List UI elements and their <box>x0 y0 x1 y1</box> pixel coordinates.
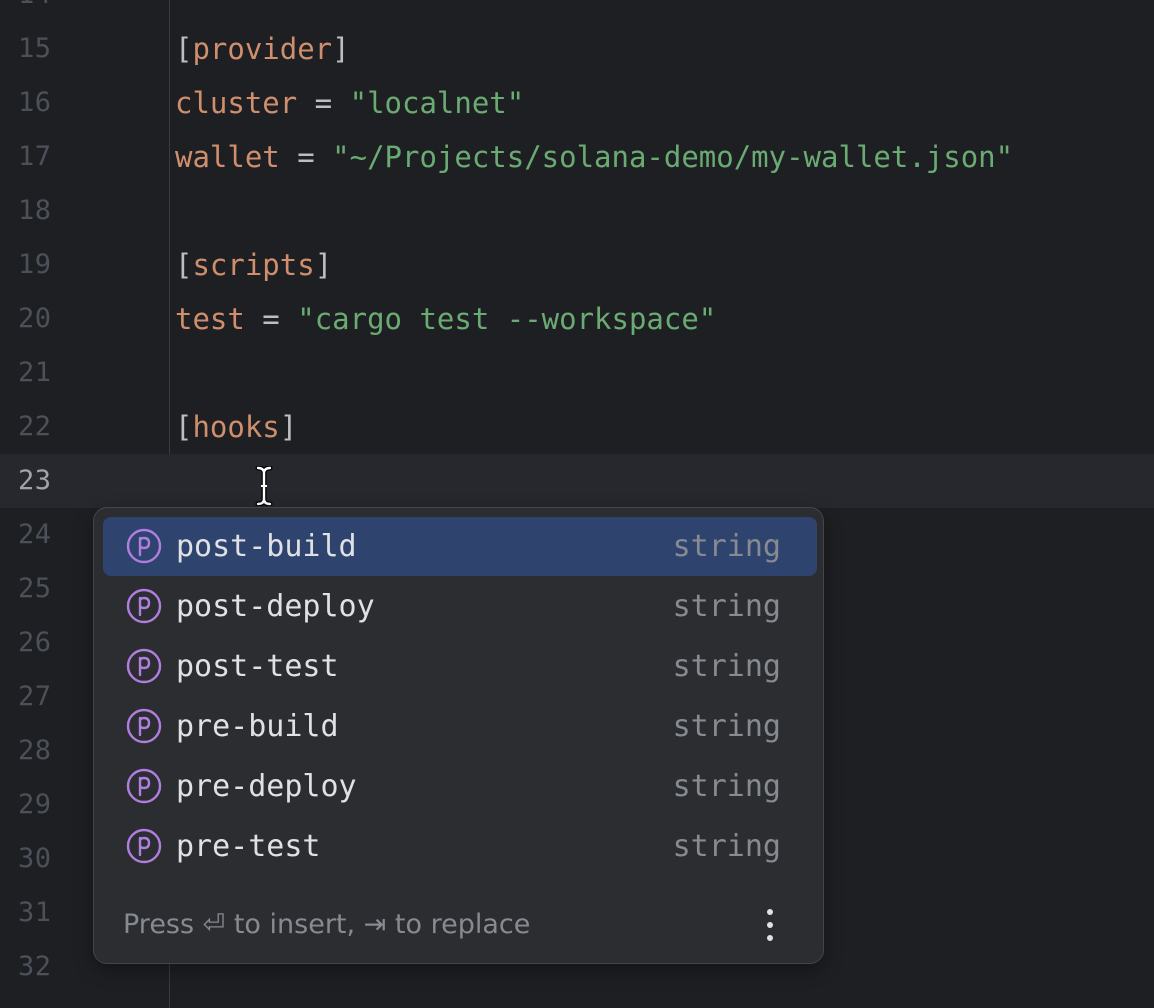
completion-item-label: post-test <box>176 649 339 684</box>
editor-line[interactable]: 21 <box>0 346 1154 400</box>
completion-item-type: string <box>672 709 781 744</box>
code-text[interactable]: cluster = "localnet" <box>175 76 524 130</box>
line-number: 21 <box>18 357 52 388</box>
completion-item-type: string <box>672 769 781 804</box>
code-text[interactable]: [scripts] <box>175 238 332 292</box>
code-editor[interactable]: 1415[provider]16cluster = "localnet"17wa… <box>0 0 1154 1008</box>
editor-line[interactable]: 19 [scripts] <box>0 238 1154 292</box>
more-vertical-icon[interactable] <box>757 907 783 943</box>
code-token: ] <box>332 32 350 66</box>
code-text[interactable]: test = "cargo test --workspace" <box>175 292 716 346</box>
line-number: 26 <box>18 627 52 658</box>
line-number: 19 <box>18 249 52 280</box>
completion-popup: post-build string post-deploy string post-te… <box>93 507 824 964</box>
completion-item-type: string <box>672 829 781 864</box>
completion-item-post-test[interactable]: post-test string <box>103 637 817 696</box>
completion-item-type: string <box>672 529 781 564</box>
line-number: 31 <box>18 897 52 928</box>
code-token: [ <box>175 410 193 444</box>
property-icon <box>126 828 162 864</box>
code-token: "localnet" <box>349 86 525 120</box>
editor-line[interactable]: 20 test = "cargo test --workspace" <box>0 292 1154 346</box>
property-icon <box>126 528 162 564</box>
line-number: 27 <box>18 681 52 712</box>
completion-item-type: string <box>672 649 781 684</box>
property-icon <box>126 768 162 804</box>
code-token: "~/Projects/solana-demo/my-wallet.json" <box>332 140 1014 174</box>
code-token: = <box>279 140 333 174</box>
editor-line[interactable]: 15 [provider] <box>0 22 1154 76</box>
code-text[interactable]: [hooks] <box>175 400 297 454</box>
completion-item-type: string <box>672 589 781 624</box>
property-icon <box>126 648 162 684</box>
code-token: [ <box>175 32 193 66</box>
code-token: "cargo test --workspace" <box>297 302 717 336</box>
completion-item-pre-test[interactable]: pre-test string <box>103 817 817 876</box>
code-token: ] <box>279 410 298 444</box>
line-number: 18 <box>18 195 52 226</box>
line-number: 25 <box>18 573 52 604</box>
code-token: hooks <box>192 410 280 444</box>
completion-item-post-build[interactable]: post-build string <box>103 517 817 576</box>
property-icon <box>126 708 162 744</box>
completion-item-label: pre-build <box>176 709 339 744</box>
line-number: 17 <box>18 141 52 172</box>
line-number: 23 <box>18 465 52 496</box>
completion-item-label: post-deploy <box>176 589 375 624</box>
line-number: 20 <box>18 303 52 334</box>
completion-item-label: pre-deploy <box>176 769 357 804</box>
completion-footer-hint: Press ⏎ to insert, ⇥ to replace <box>123 909 531 940</box>
text-cursor-icon <box>255 466 273 506</box>
completion-item-pre-deploy[interactable]: pre-deploy string <box>103 757 817 816</box>
editor-line[interactable]: 14 <box>0 0 1154 22</box>
code-token: = <box>297 86 350 120</box>
code-token: ] <box>314 248 333 282</box>
code-token: provider <box>192 32 333 66</box>
line-number: 28 <box>18 735 52 766</box>
property-icon <box>126 588 162 624</box>
code-text[interactable]: [provider] <box>175 22 350 76</box>
editor-line[interactable]: 18 <box>0 184 1154 238</box>
completion-item-post-deploy[interactable]: post-deploy string <box>103 577 817 636</box>
line-number: 30 <box>18 843 52 874</box>
code-token: [ <box>175 248 193 282</box>
code-token: = <box>244 302 298 336</box>
editor-line[interactable]: 23 <box>0 454 1154 508</box>
editor-line[interactable]: 16 cluster = "localnet" <box>0 76 1154 130</box>
editor-line[interactable]: 17 wallet = "~/Projects/solana-demo/my-wa… <box>0 130 1154 184</box>
line-number: 32 <box>18 951 52 982</box>
line-number: 16 <box>18 87 52 118</box>
line-number: 29 <box>18 789 52 820</box>
code-text[interactable]: wallet = "~/Projects/solana-demo/my-wall… <box>175 130 1013 184</box>
editor-line[interactable]: 22 [hooks] <box>0 400 1154 454</box>
code-token: test <box>175 302 245 336</box>
code-token: cluster <box>175 86 298 120</box>
line-number: 24 <box>18 519 52 550</box>
line-number: 14 <box>18 0 52 22</box>
code-token: wallet <box>175 140 280 174</box>
code-token: scripts <box>192 248 315 282</box>
completion-item-label: pre-test <box>176 829 321 864</box>
line-number: 22 <box>18 411 52 442</box>
line-number: 15 <box>18 33 52 64</box>
completion-item-label: post-build <box>176 529 357 564</box>
completion-item-pre-build[interactable]: pre-build string <box>103 697 817 756</box>
